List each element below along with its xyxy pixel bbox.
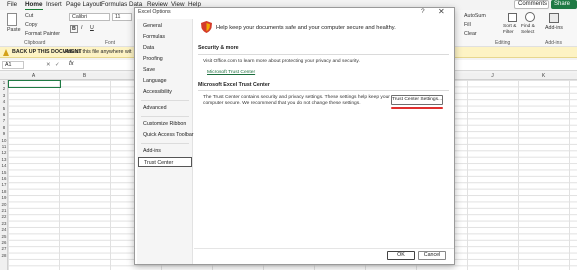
backup-message: Access this file anywhere wit xyxy=(64,49,132,55)
bold-button[interactable]: B xyxy=(70,25,78,33)
font-name-value: Calibri xyxy=(72,14,88,20)
column-label[interactable]: A xyxy=(8,73,59,80)
sidebar-item-proofing[interactable]: Proofing xyxy=(137,54,193,64)
trust-center-heading: Microsoft Excel Trust Center xyxy=(198,82,270,88)
tab-insert[interactable]: Insert xyxy=(46,0,62,10)
sidebar-item-customize-ribbon[interactable]: Customize Ribbon xyxy=(137,119,193,129)
cancel-button[interactable]: Cancel xyxy=(418,251,446,260)
format-painter-button[interactable]: Format Painter xyxy=(25,31,60,37)
column-label[interactable]: J xyxy=(467,73,518,80)
intro-text: Help keep your documents safe and your c… xyxy=(216,25,396,31)
options-sidebar: General Formulas Data Proofing Save Lang… xyxy=(137,19,194,264)
column-label[interactable]: L xyxy=(569,73,577,80)
addins-button[interactable]: Add-ins xyxy=(545,25,563,31)
excel-options-dialog: Excel Options ? ✕ General Formulas Data … xyxy=(134,7,455,265)
sidebar-item-trust-center[interactable]: Trust Center xyxy=(138,157,192,167)
name-box[interactable]: A1 xyxy=(2,61,24,69)
autosum-button[interactable]: AutoSum xyxy=(464,13,486,19)
sidebar-item-data[interactable]: Data xyxy=(137,43,193,53)
section-divider xyxy=(198,54,449,55)
trust-center-settings-button[interactable]: Trust Center Settings... xyxy=(391,95,443,105)
trust-text-line-2: computer secure. We recommend that you d… xyxy=(203,101,361,106)
share-button[interactable]: Share xyxy=(551,0,577,9)
dialog-title: Excel Options xyxy=(138,9,171,15)
sidebar-divider xyxy=(141,116,189,117)
font-size-select[interactable]: 11 xyxy=(112,13,132,21)
paste-button[interactable]: Paste xyxy=(7,27,21,33)
insert-function-button[interactable]: fx xyxy=(69,61,74,67)
comments-button[interactable]: Comments xyxy=(514,0,549,9)
warning-icon xyxy=(3,49,9,56)
fill-button[interactable]: Fill xyxy=(464,22,471,28)
section-divider xyxy=(198,90,449,91)
security-text: Visit Office.com to learn more about pro… xyxy=(203,59,360,64)
sidebar-item-general[interactable]: General xyxy=(137,21,193,31)
find-select-button[interactable]: Find & Select xyxy=(521,24,541,35)
clipboard-group-label: Clipboard xyxy=(24,40,46,46)
selected-cell[interactable] xyxy=(8,80,61,88)
tab-home[interactable]: Home xyxy=(25,0,43,10)
addins-group-label: Add-ins xyxy=(545,40,562,46)
row-header: 1 2 3 4 5 6 7 8 9 10 11 12 13 14 15 16 17 18 19 20 21 22 23 24 2… xyxy=(0,80,8,270)
italic-button[interactable]: I xyxy=(81,25,82,31)
addins-icon[interactable] xyxy=(549,13,559,23)
copy-button[interactable]: Copy xyxy=(25,22,37,28)
ok-button[interactable]: OK xyxy=(387,251,415,260)
cancel-entry-icon[interactable]: ✕ xyxy=(46,62,51,68)
font-size-value: 11 xyxy=(115,14,121,20)
tab-file[interactable]: File xyxy=(7,0,17,10)
sidebar-item-quick-access-toolbar[interactable]: Quick Access Toolbar xyxy=(137,130,194,140)
column-label[interactable]: K xyxy=(518,73,569,80)
sidebar-item-accessibility[interactable]: Accessibility xyxy=(137,87,193,97)
column-label[interactable]: B xyxy=(59,73,110,80)
sort-filter-button[interactable]: Sort & Filter xyxy=(503,24,521,35)
sidebar-divider xyxy=(141,143,189,144)
shield-icon xyxy=(201,21,212,33)
paste-icon[interactable] xyxy=(7,13,17,26)
sidebar-item-advanced[interactable]: Advanced xyxy=(137,103,193,113)
footer-divider xyxy=(194,248,454,249)
sidebar-item-language[interactable]: Language xyxy=(137,76,193,86)
underline-button[interactable]: U xyxy=(90,25,94,31)
sidebar-item-formulas[interactable]: Formulas xyxy=(137,32,193,42)
highlight-underline xyxy=(391,107,443,109)
tab-formulas[interactable]: Formulas xyxy=(101,0,127,10)
find-select-icon[interactable] xyxy=(525,12,535,22)
sidebar-divider xyxy=(141,100,189,101)
clear-button[interactable]: Clear xyxy=(464,31,477,37)
tab-page-layout[interactable]: Page Layout xyxy=(66,0,101,10)
security-heading: Security & more xyxy=(198,45,239,51)
row-label[interactable]: 28 xyxy=(0,253,8,259)
sidebar-item-add-ins[interactable]: Add-ins xyxy=(137,146,193,156)
cut-button[interactable]: Cut xyxy=(25,13,33,19)
font-group-label: Font xyxy=(105,40,116,46)
sidebar-item-save[interactable]: Save xyxy=(137,65,193,75)
confirm-entry-icon[interactable]: ✓ xyxy=(55,62,60,68)
help-button[interactable]: ? xyxy=(421,8,425,15)
close-button[interactable]: ✕ xyxy=(438,7,445,16)
sort-filter-icon[interactable] xyxy=(508,13,517,22)
microsoft-trust-center-link[interactable]: Microsoft Trust Center xyxy=(207,70,255,75)
font-name-select[interactable]: Calibri xyxy=(69,13,110,21)
editing-group-label: Editing xyxy=(495,40,511,46)
